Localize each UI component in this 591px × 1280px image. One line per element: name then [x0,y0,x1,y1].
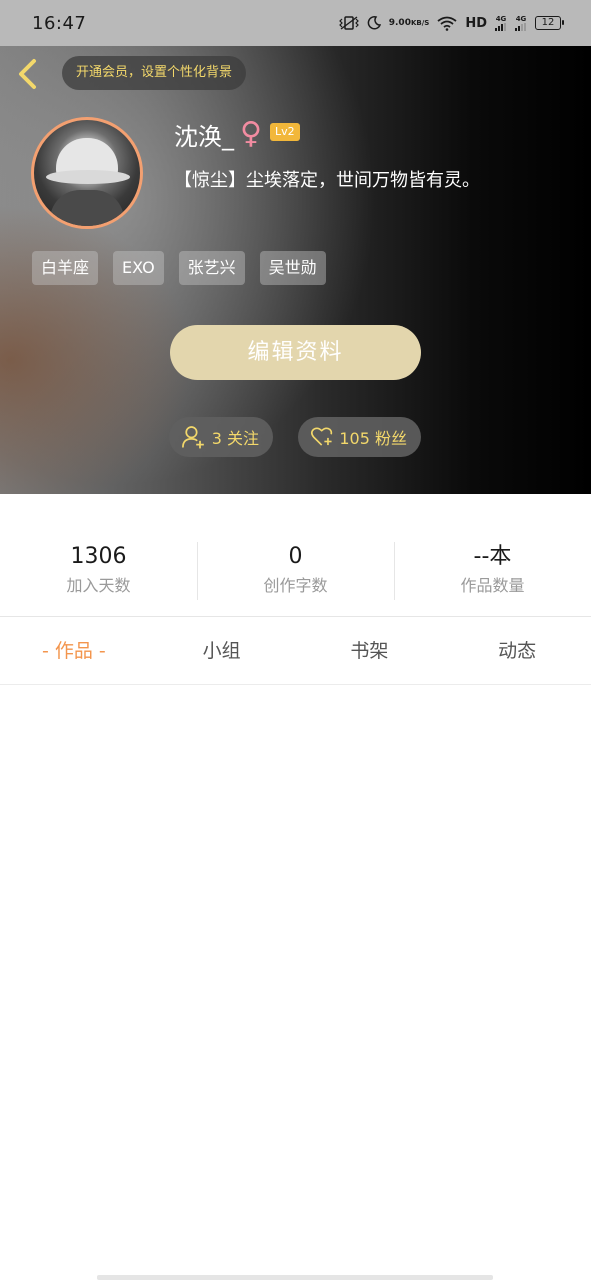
female-icon: ♀ [240,116,262,151]
stat-word-count: 0 创作字数 [197,540,394,602]
stat-label: 加入天数 [66,576,131,595]
fans-label: 105 粉丝 [339,429,407,448]
back-button[interactable] [12,56,42,92]
stat-value: 0 [288,544,303,569]
vip-background-prompt[interactable]: 开通会员，设置个性化背景 [62,56,247,90]
divider [0,616,591,617]
stat-value: 1306 [70,544,127,569]
stat-value: --本 [473,544,512,569]
user-add-icon [182,426,204,449]
edit-profile-button[interactable]: 编辑资料 [170,325,421,380]
avatar[interactable] [31,117,143,229]
level-badge: Lv2 [269,123,300,141]
vibrate-icon [338,16,359,30]
stat-label: 创作字数 [263,576,328,595]
battery-indicator: 12 [535,16,564,30]
signal-2-label: 4G [515,14,527,23]
wifi-icon [437,16,457,31]
signal-icon-1: 4G [495,14,507,31]
tab-works[interactable]: - 作品 - [0,630,148,672]
home-gesture-bar[interactable] [97,1275,493,1280]
stats-row: 1306 加入天数 0 创作字数 --本 作品数量 [0,540,591,602]
net-speed-value: 9.00 [388,17,411,28]
nickname-row: 沈涣_ ♀ Lv2 [174,116,300,152]
status-time: 16:47 [32,12,87,34]
tab-bookshelf[interactable]: 书架 [296,630,444,672]
tag-item[interactable]: 张艺兴 [178,251,245,285]
stat-join-days: 1306 加入天数 [0,540,197,602]
network-speed: 9.00 KB/S [388,17,430,28]
moon-icon [367,16,381,30]
nickname: 沈涣_ [174,122,234,151]
signal-1-label: 4G [495,14,507,23]
fans-button[interactable]: 105 粉丝 [298,417,421,457]
tab-activity[interactable]: 动态 [443,630,591,672]
heart-add-icon [310,427,333,446]
net-speed-unit: KB/S [410,18,430,27]
hd-label: HD [465,15,487,31]
stat-label: 作品数量 [460,576,525,595]
signal-icon-2: 4G [515,14,527,31]
following-label: 3 关注 [211,429,259,448]
tag-item[interactable]: EXO [113,251,164,285]
status-icons: 9.00 KB/S HD 4G 4G 12 [338,14,564,31]
tab-groups[interactable]: 小组 [148,630,296,672]
tab-bar: - 作品 - 小组 书架 动态 [0,630,591,672]
tag-item[interactable]: 白羊座 [32,251,99,285]
tag-item[interactable]: 吴世勋 [259,251,326,285]
signature: 【惊尘】尘埃落定，世间万物皆有灵。 [174,170,480,191]
following-button[interactable]: 3 关注 [169,417,273,457]
back-arrow-icon [19,59,36,89]
avatar-figure [50,190,124,226]
divider [0,684,591,685]
status-bar: 16:47 9.00 KB/S HD 4G 4G 12 [0,0,591,46]
avatar-hat-brim [46,170,130,184]
tag-list: 白羊座 EXO 张艺兴 吴世勋 [32,251,326,285]
stat-works-count: --本 作品数量 [394,540,591,602]
